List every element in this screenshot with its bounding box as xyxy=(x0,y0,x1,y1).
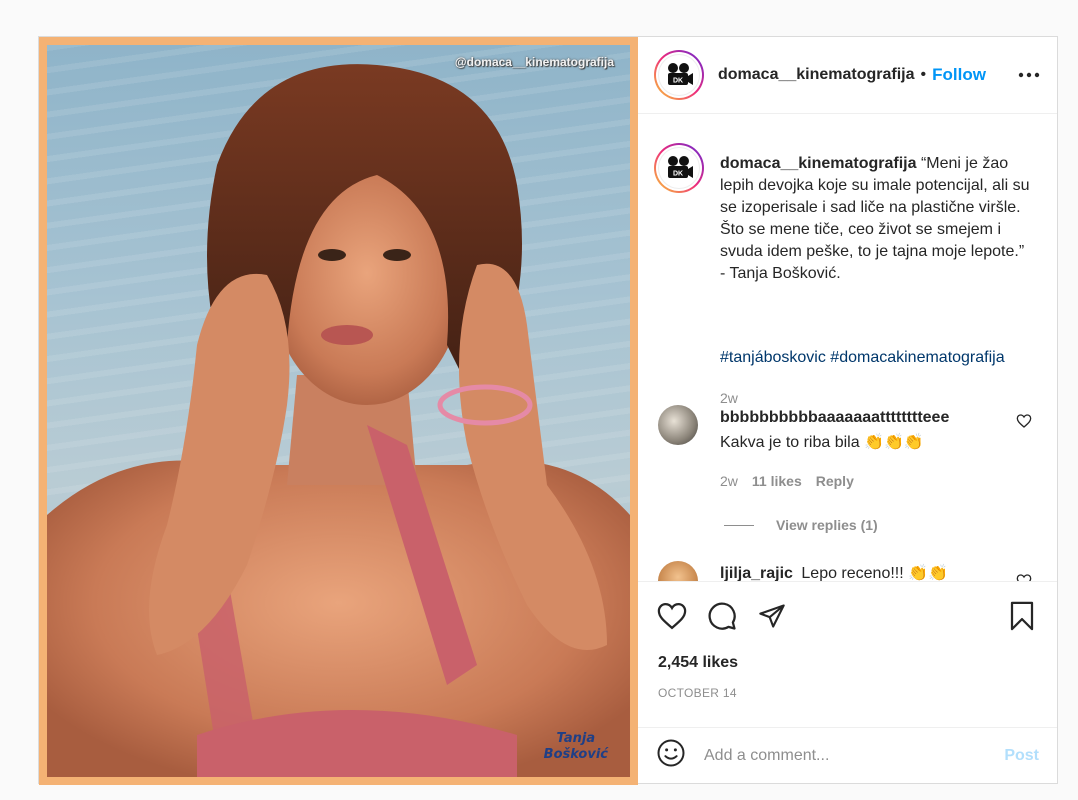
share-paper-plane-icon[interactable] xyxy=(756,600,788,632)
header-username[interactable]: domaca__kinematografija xyxy=(718,66,915,84)
post-header: DK domaca__kinematografija • Follow xyxy=(638,37,1057,114)
view-replies-line xyxy=(724,524,754,526)
view-replies-label: View replies (1) xyxy=(776,517,878,533)
comment-like-heart-icon[interactable] xyxy=(1016,573,1034,581)
emoji-smiley-icon[interactable] xyxy=(656,738,686,773)
photo-credit: Tanja Bošković xyxy=(544,731,608,763)
caption-avatar[interactable]: DK xyxy=(654,143,704,193)
save-bookmark-icon[interactable] xyxy=(1006,600,1038,632)
caption-hashtags[interactable]: #tanjáboskovic #domacakinematografija xyxy=(720,349,1005,367)
caption-username[interactable]: domaca__kinematografija xyxy=(720,155,917,172)
comment-username[interactable]: ljilja_rajic xyxy=(720,565,793,581)
camera-logo-icon: DK xyxy=(658,54,700,96)
post-photo[interactable]: @domaca__kinematografija Tanja Bošković xyxy=(47,45,630,777)
comment-likes[interactable]: 11 likes xyxy=(752,473,802,489)
comment-reply-button[interactable]: Reply xyxy=(816,473,854,489)
add-comment-bar: Post xyxy=(638,727,1057,783)
instagram-post: @domaca__kinematografija Tanja Bošković … xyxy=(38,36,1058,785)
post-comment-button[interactable]: Post xyxy=(1004,747,1039,765)
profile-avatar[interactable]: DK xyxy=(654,50,704,100)
caption-time: 2w xyxy=(720,390,738,406)
comment-text: Kakva je to riba bila 👏👏👏 xyxy=(720,434,924,451)
view-replies-button[interactable]: View replies (1) xyxy=(724,517,878,533)
like-heart-icon[interactable] xyxy=(656,600,688,632)
photo-watermark: @domaca__kinematografija xyxy=(454,55,614,69)
avatar-initials: DK xyxy=(673,78,683,85)
commenter-avatar[interactable] xyxy=(658,561,698,581)
photo-credit-line2: Bošković xyxy=(543,747,608,762)
caption-text: domaca__kinematografija “Meni je žao lep… xyxy=(720,153,1040,285)
more-options-icon[interactable] xyxy=(1017,63,1041,87)
woman-figure-illustration xyxy=(47,64,630,777)
likes-count[interactable]: 2,454 likes xyxy=(658,654,738,672)
comment-line: ljilja_rajic Lepo receno!!! 👏👏 xyxy=(720,563,948,581)
comment-input[interactable] xyxy=(704,746,1005,765)
header-separator: • xyxy=(920,66,927,83)
photo-credit-line1: Tanja xyxy=(556,731,596,746)
comments-list[interactable]: DK domaca__kinematografija “Meni je žao … xyxy=(638,115,1057,581)
commenter-avatar[interactable] xyxy=(658,405,698,445)
post-date: OCTOBER 14 xyxy=(658,686,737,700)
comment-like-heart-icon[interactable] xyxy=(1016,413,1034,431)
comment-bubble-icon[interactable] xyxy=(706,600,738,632)
post-side-panel: DK domaca__kinematografija • Follow DK d… xyxy=(638,37,1057,783)
comment-meta: 2w 11 likes Reply xyxy=(720,473,854,489)
camera-logo-icon: DK xyxy=(658,147,700,189)
caption-body: “Meni je žao lepih devojka koje su imale… xyxy=(720,155,1030,282)
post-photo-frame: @domaca__kinematografija Tanja Bošković xyxy=(39,37,638,785)
comment-text: Lepo receno!!! 👏👏 xyxy=(801,565,948,581)
post-actions: 2,454 likes OCTOBER 14 xyxy=(638,581,1057,741)
comment-time: 2w xyxy=(720,473,738,489)
caption-avatar-initials: DK xyxy=(673,171,683,178)
follow-button[interactable]: Follow xyxy=(932,65,986,85)
comment-username[interactable]: bbbbbbbbbbaaaaaaatttttttteee xyxy=(720,409,949,427)
